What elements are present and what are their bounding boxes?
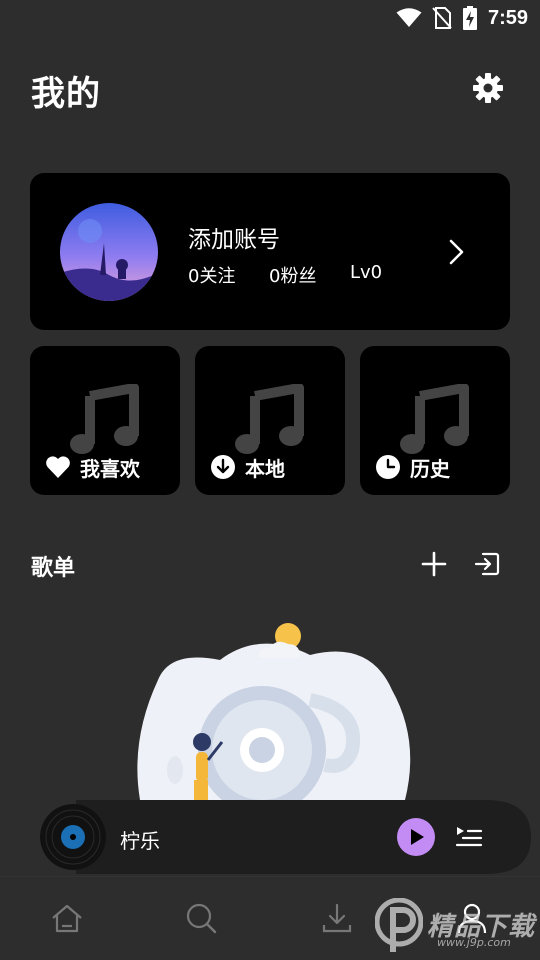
download-icon[interactable] xyxy=(320,901,354,935)
search-icon[interactable] xyxy=(184,901,218,935)
mini-player[interactable]: 柠乐 xyxy=(40,798,531,876)
account-card[interactable]: 添加账号 0关注 0粉丝 Lv0 xyxy=(30,173,510,330)
status-time: 7:59 xyxy=(487,6,528,29)
watermark-logo xyxy=(375,898,423,952)
album-disc[interactable] xyxy=(40,804,106,870)
music-note-icon xyxy=(400,384,469,454)
history-label: 历史 xyxy=(410,457,450,481)
level-badge: Lv0 xyxy=(350,262,383,283)
play-icon xyxy=(411,829,424,845)
add-playlist-button[interactable] xyxy=(420,550,448,578)
account-stats: 0关注 0粉丝 Lv0 xyxy=(188,262,382,288)
favorites-label: 我喜欢 xyxy=(80,457,140,481)
watermark-url: www.j9p.com xyxy=(437,936,511,949)
battery-charging-icon xyxy=(462,6,477,30)
download-icon xyxy=(211,455,235,479)
empty-playlist-illustration xyxy=(137,623,411,810)
chevron-right-icon[interactable] xyxy=(444,237,468,267)
avatar xyxy=(60,203,158,301)
watermark: 精品下载 www.j9p.com xyxy=(375,896,540,956)
home-icon[interactable] xyxy=(50,901,84,935)
clock-icon xyxy=(376,455,400,479)
settings-button[interactable] xyxy=(470,70,506,106)
wifi-icon xyxy=(396,8,422,27)
playlist-queue-icon[interactable] xyxy=(455,824,483,850)
fans-count[interactable]: 0粉丝 xyxy=(269,262,350,288)
gear-icon xyxy=(473,73,503,103)
history-card[interactable]: 历史 xyxy=(360,346,510,495)
import-playlist-button[interactable] xyxy=(473,550,501,578)
local-label: 本地 xyxy=(245,457,285,481)
status-icons: 7:59 xyxy=(396,6,528,30)
music-note-icon xyxy=(235,384,304,454)
account-name[interactable]: 添加账号 xyxy=(188,220,280,254)
song-title[interactable]: 柠乐 xyxy=(120,825,160,854)
page-title: 我的 xyxy=(31,74,101,114)
play-button[interactable] xyxy=(397,818,435,856)
playlist-section-title: 歌单 xyxy=(31,556,76,581)
favorites-card[interactable]: 我喜欢 xyxy=(30,346,180,495)
no-sim-icon xyxy=(432,7,452,29)
local-card[interactable]: 本地 xyxy=(195,346,345,495)
heart-icon xyxy=(46,456,70,478)
status-bar: 7:59 xyxy=(0,0,540,36)
music-note-icon xyxy=(70,384,139,454)
follow-count[interactable]: 0关注 xyxy=(188,262,269,288)
